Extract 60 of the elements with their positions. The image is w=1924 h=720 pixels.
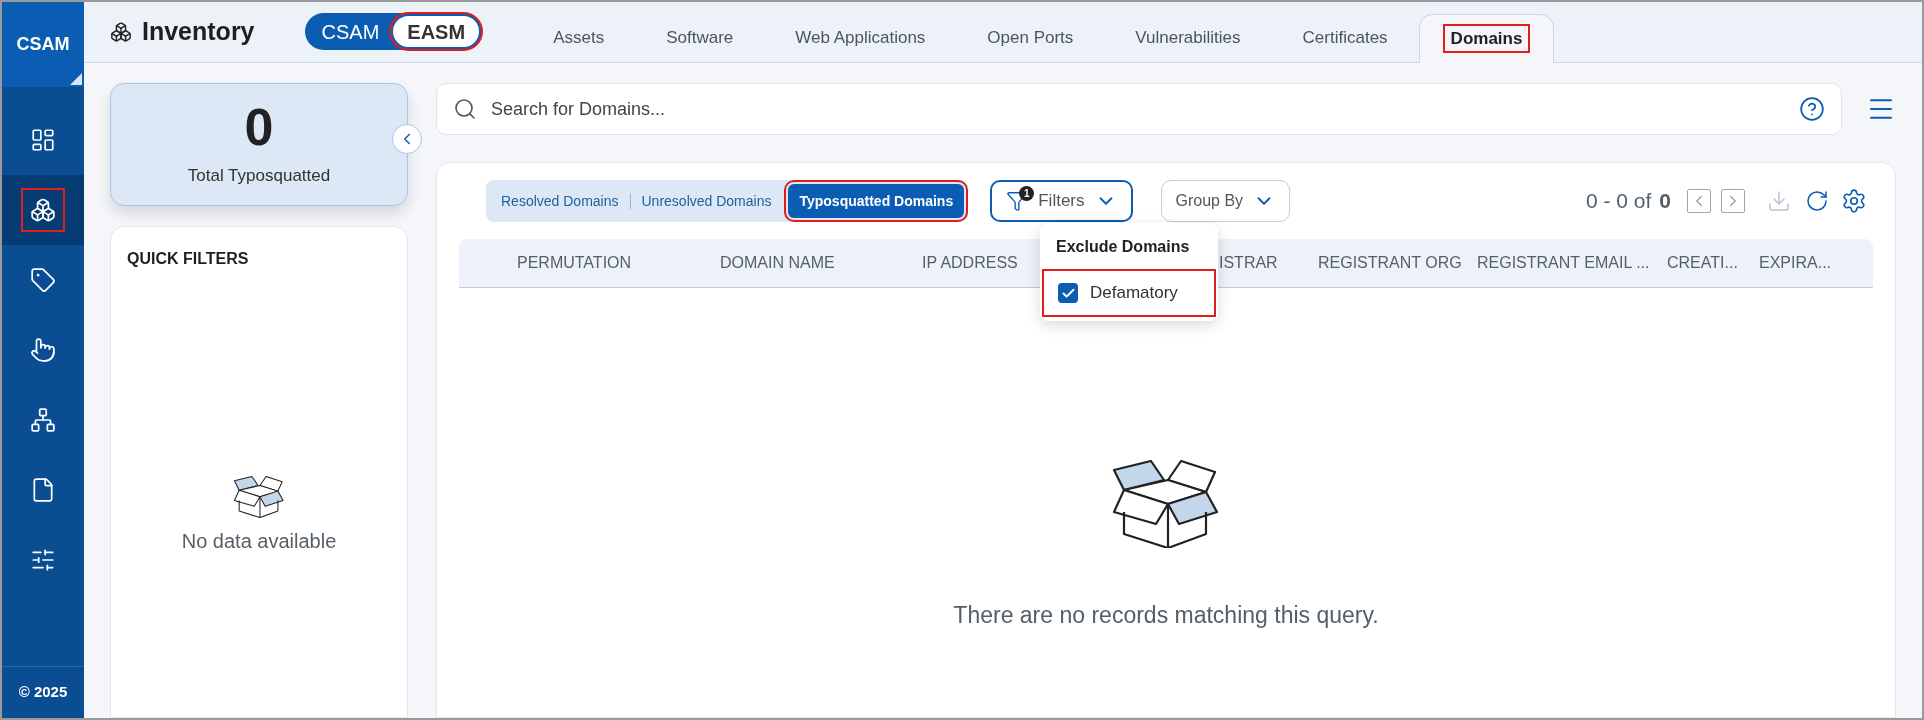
hand-pointer-icon [30, 337, 56, 363]
checkbox[interactable] [1058, 283, 1078, 303]
nav-tab[interactable]: Assets [522, 14, 636, 62]
column-title: ISTRAR [1219, 254, 1278, 271]
boxes-icon [110, 21, 132, 43]
option-label: Defamatory [1090, 282, 1178, 305]
column-title: EXPIRA... [1759, 254, 1832, 271]
stat-label: Total Typosquatted [187, 164, 331, 187]
tag-icon [30, 267, 56, 293]
group-by-button[interactable]: Group By [1160, 180, 1291, 222]
page-title: Inventory [142, 16, 255, 48]
filter-count-badge: 1 [1019, 186, 1035, 201]
column-title: IP ADDRESS [922, 254, 1018, 271]
empty-box-drawing [233, 476, 285, 518]
empty-text: No data available [181, 528, 337, 554]
dashboard-icon [30, 127, 56, 153]
empty-message: There are no records matching this query. [953, 601, 1379, 630]
nav-tab[interactable]: Vulnerabilities [1104, 14, 1272, 62]
column-header[interactable]: EXPIRA... [1759, 251, 1859, 275]
sliders-icon [30, 547, 56, 573]
segment-option[interactable]: Unresolved Domains [630, 184, 783, 218]
column-title: CREATI... [1667, 254, 1738, 271]
nav-tab[interactable]: Software [635, 14, 765, 62]
filter-option[interactable]: Defamatory [1044, 271, 1214, 315]
stat-value: 0 [244, 100, 274, 153]
boxes-icon [30, 197, 56, 223]
nav-tab[interactable]: Certificates [1271, 14, 1419, 62]
column-title: DOMAIN NAME [720, 254, 835, 271]
settings-icon[interactable] [1841, 188, 1867, 214]
mode-option[interactable]: CSAM [307, 16, 394, 47]
nav-tab[interactable]: Domains [1418, 14, 1555, 63]
hierarchy-icon [30, 407, 56, 433]
search-input[interactable]: Search for Domains... [491, 95, 1785, 123]
pagination-range: 0 - 0 of [1585, 188, 1652, 215]
dropdown-heading: Exclude Domains [1055, 237, 1191, 257]
copyright: © 2025 [2, 666, 84, 718]
pagination-total: 0 [1659, 188, 1671, 215]
nav-tab[interactable]: Web Applications [764, 14, 957, 62]
document-icon [30, 477, 56, 503]
column-title: REGISTRANT ORG [1318, 254, 1462, 271]
search-icon [453, 97, 477, 121]
corner-icon [70, 73, 82, 85]
sidebar-item[interactable] [2, 175, 84, 245]
column-header[interactable]: REGISTRANT EMAIL ... [1477, 251, 1667, 275]
column-header[interactable]: DOMAIN NAME [720, 251, 922, 275]
column-header[interactable]: ISTRAR [1219, 251, 1318, 275]
help-icon[interactable] [1799, 96, 1825, 122]
refresh-icon[interactable] [1805, 189, 1829, 213]
panel-title: QUICK FILTERS [127, 249, 250, 269]
column-header[interactable]: REGISTRANT ORG [1318, 251, 1477, 275]
collapse-button[interactable] [392, 124, 422, 154]
segment-option[interactable]: Resolved Domains [490, 184, 630, 218]
column-header[interactable]: PERMUTATION [517, 251, 720, 275]
nav-tab[interactable]: Open Ports [956, 14, 1105, 62]
column-title: PERMUTATION [517, 254, 632, 271]
brand-logo[interactable]: CSAM [2, 2, 84, 87]
column-header[interactable]: CREATI... [1667, 251, 1759, 275]
filters-button[interactable]: 1 Filters [990, 180, 1133, 222]
search-field[interactable]: Search for Domains... [436, 83, 1842, 135]
column-title: REGISTRANT EMAIL ... [1477, 254, 1650, 271]
